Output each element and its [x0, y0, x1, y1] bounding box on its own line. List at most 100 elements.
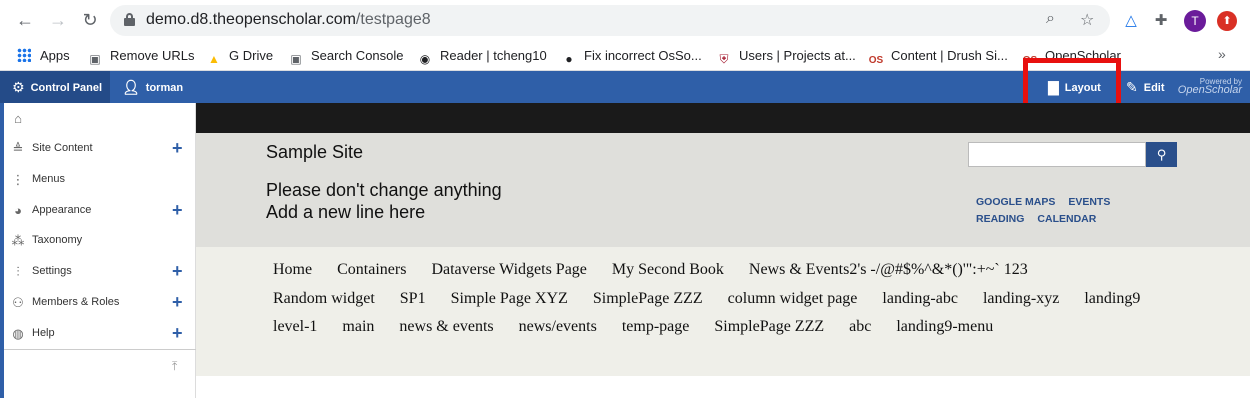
menu-item[interactable]: news/events	[519, 313, 597, 342]
sidebar-item-label: Taxonomy	[32, 234, 83, 246]
menu-item[interactable]: column widget page	[728, 285, 858, 314]
bookmark-label: Content | Drush Si...	[891, 48, 1008, 63]
menu-item[interactable]: landing9	[1084, 285, 1140, 314]
google-drive-icon: ▲	[208, 52, 220, 66]
sidebar-item-help[interactable]: ◍ Help +	[4, 318, 196, 349]
menu-item[interactable]: main	[342, 313, 374, 342]
expand-plus-icon[interactable]: +	[172, 256, 183, 287]
openscholar-icon: OS	[868, 55, 884, 66]
bookmark-content-drush[interactable]: OS Content | Drush Si...	[868, 46, 1008, 66]
edit-label: Edit	[1143, 82, 1165, 94]
menu-item[interactable]: Dataverse Widgets Page	[431, 256, 586, 285]
sidebar-item-appearance[interactable]: ◕ Appearance +	[4, 195, 196, 226]
sliders-icon: ⫶	[16, 264, 20, 279]
search-icon: ⚲	[1156, 147, 1167, 162]
menu-item[interactable]: Simple Page XYZ	[451, 285, 568, 314]
back-arrow-icon[interactable]: ←	[15, 10, 35, 30]
url-path: /testpage8	[355, 11, 431, 28]
header-link-reading[interactable]: READING	[976, 213, 1024, 225]
reload-icon[interactable]: ↻	[80, 10, 100, 30]
bookmark-label: Search Console	[311, 48, 404, 63]
site-title[interactable]: Sample Site	[266, 142, 363, 163]
menu-item[interactable]: landing9-menu	[896, 313, 993, 342]
more-bookmarks-icon[interactable]: »	[1218, 46, 1226, 62]
menu-item[interactable]: abc	[849, 313, 871, 342]
header-link-calendar[interactable]: CALENDAR	[1037, 213, 1096, 225]
bookmark-label: Users | Projects at...	[739, 48, 856, 63]
site-description-line: Please don't change anything	[266, 180, 502, 200]
sidebar-item-members-roles[interactable]: ⚇ Members & Roles +	[4, 287, 196, 318]
site-top-band	[196, 103, 1250, 133]
search-button[interactable]: ⚲	[1146, 142, 1177, 167]
primary-menu: Home Containers Dataverse Widgets Page My S…	[273, 256, 1173, 342]
sidebar-item-menus[interactable]: ⋮ Menus	[4, 164, 196, 195]
bookmark-label: Apps	[40, 48, 70, 63]
header-link-google-maps[interactable]: GOOGLE MAPS	[976, 196, 1055, 208]
search-console-icon: ▣	[290, 52, 302, 66]
zoom-icon[interactable]: ⌕	[1046, 10, 1055, 28]
expand-plus-icon[interactable]: +	[172, 287, 183, 318]
menu-item[interactable]: landing-abc	[882, 285, 958, 314]
sidebar-item-taxonomy[interactable]: ⁂ Taxonomy	[4, 225, 196, 256]
header-links: GOOGLE MAPS EVENTS READING CALENDAR	[976, 194, 1176, 228]
extension-triangle-icon[interactable]: △	[1121, 11, 1141, 31]
menu-item[interactable]: level-1	[273, 313, 317, 342]
bookmark-label: Reader | tcheng10	[440, 48, 547, 63]
menu-item[interactable]: temp-page	[622, 313, 690, 342]
menu-item[interactable]: Home	[273, 256, 312, 285]
apps-grid-icon	[17, 48, 31, 62]
menu-item[interactable]: Containers	[337, 256, 406, 285]
bookmark-star-icon[interactable]: ☆	[1080, 10, 1094, 30]
globe-icon: ◉	[419, 52, 431, 66]
site-description-line: Add a new line here	[266, 202, 426, 222]
bookmark-label: Remove URLs	[110, 48, 195, 63]
sidebar-item-site-content[interactable]: ≜ Site Content +	[4, 133, 196, 164]
address-bar[interactable]: demo.d8.theopenscholar.com/testpage8 ⌕ ☆	[110, 5, 1110, 36]
menu-item[interactable]: SimplePage ZZZ	[714, 313, 824, 342]
site-description: Please don't change anything Add a new l…	[266, 179, 502, 223]
home-icon: ⌂	[14, 111, 22, 126]
profile-avatar[interactable]: T	[1184, 10, 1206, 32]
bookmark-fix-incorrect[interactable]: ● Fix incorrect OsSo...	[561, 46, 701, 66]
extension-red-icon[interactable]: ⬆	[1217, 11, 1237, 31]
collapse-sidebar-icon[interactable]: ⤒	[172, 359, 177, 374]
sidebar-item-settings[interactable]: ⫶ Settings +	[4, 256, 196, 287]
menu-item[interactable]: Random widget	[273, 285, 375, 314]
menu-item[interactable]: My Second Book	[612, 256, 724, 285]
bookmark-apps[interactable]: Apps	[17, 46, 70, 66]
bookmark-reader[interactable]: ◉ Reader | tcheng10	[417, 46, 547, 66]
github-icon: ●	[565, 52, 573, 66]
sidebar-item-label: Help	[32, 327, 55, 339]
sidebar-item-home[interactable]: ⌂	[4, 103, 196, 134]
forward-arrow-icon[interactable]: →	[48, 10, 68, 30]
bookmark-users-projects[interactable]: ⛨ Users | Projects at...	[716, 46, 856, 66]
header-link-events[interactable]: EVENTS	[1068, 196, 1110, 208]
bookmark-search-console[interactable]: ▣ Search Console	[288, 46, 404, 66]
extensions-puzzle-icon[interactable]: ✚	[1151, 11, 1171, 31]
menu-item[interactable]: SP1	[400, 285, 426, 314]
control-panel-button[interactable]: ⚙ Control Panel	[0, 71, 110, 103]
menu-item[interactable]: SimplePage ZZZ	[593, 285, 703, 314]
expand-plus-icon[interactable]: +	[172, 318, 183, 349]
control-panel-sidebar: ⌂ ≜ Site Content + ⋮ Menus ◕ Appearance + ⁂ Ta…	[0, 103, 196, 398]
url-text[interactable]: demo.d8.theopenscholar.com/testpage8	[146, 11, 431, 29]
sidebar-item-label: Menus	[32, 173, 66, 185]
user-icon: 👤︎	[122, 79, 140, 95]
menu-item[interactable]: News & Events2's -/@#$%^&*()'":+~` 123	[749, 256, 1028, 285]
menu-item[interactable]: news & events	[399, 313, 493, 342]
powered-by-openscholar[interactable]: Powered by OpenScholar	[1170, 77, 1242, 96]
bookmark-remove-urls[interactable]: ▣ Remove URLs	[87, 46, 195, 66]
menu-dots-icon: ⋮	[11, 172, 25, 187]
pencil-icon: ✎	[1126, 79, 1138, 95]
edit-button[interactable]: ✎ Edit	[1126, 71, 1165, 103]
sidebar-divider	[4, 349, 196, 350]
expand-plus-icon[interactable]: +	[172, 195, 183, 226]
sidebar-item-label: Members & Roles	[32, 296, 120, 308]
user-menu[interactable]: 👤︎ torman	[122, 71, 183, 103]
bookmark-g-drive[interactable]: ▲ G Drive	[206, 46, 273, 66]
menu-item[interactable]: landing-xyz	[983, 285, 1059, 314]
lock-icon	[124, 13, 135, 26]
expand-plus-icon[interactable]: +	[172, 133, 183, 164]
search-input[interactable]	[968, 142, 1146, 167]
url-host: demo.d8.theopenscholar.com	[146, 11, 356, 28]
